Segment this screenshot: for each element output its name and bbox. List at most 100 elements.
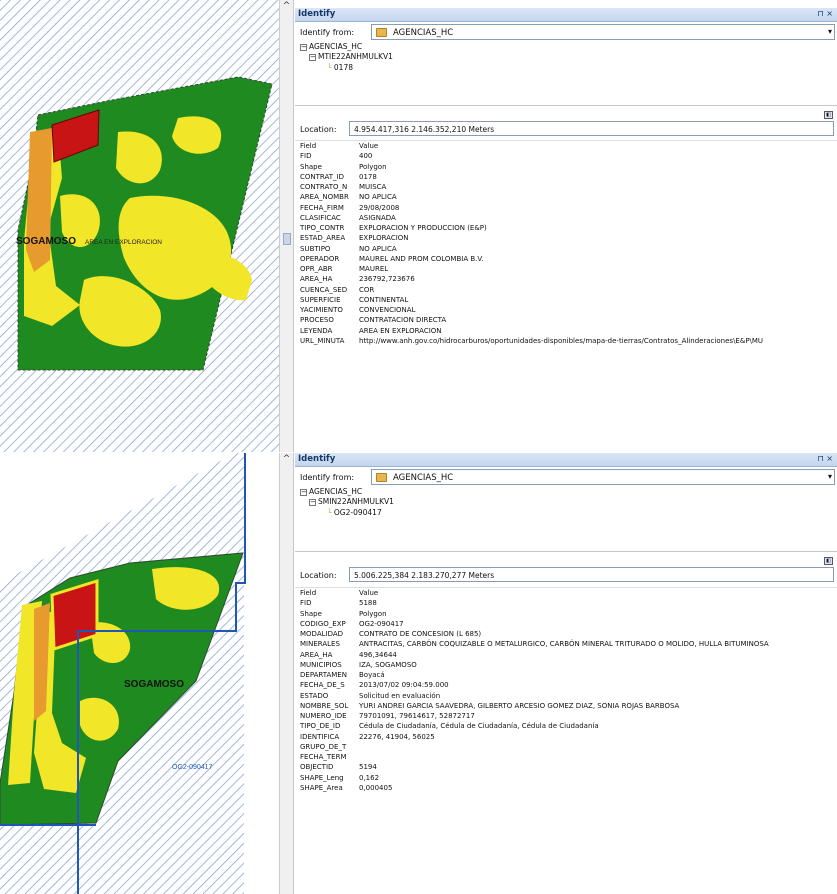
table-row[interactable]: NUMERO_IDE 79701091, 79614617, 52872717 bbox=[295, 711, 837, 721]
map-label-area: AREA EN EXPLORACION bbox=[85, 239, 162, 246]
table-row[interactable]: Shape Polygon bbox=[295, 609, 837, 619]
field-value: 0,000405 bbox=[359, 783, 393, 792]
table-row[interactable]: FID 400 bbox=[295, 151, 837, 161]
location-value[interactable]: 5.006.225,384 2.183.270,277 Meters bbox=[349, 567, 834, 582]
table-row[interactable]: FID 5188 bbox=[295, 598, 837, 608]
table-row[interactable]: DEPARTAMEN Boyacá bbox=[295, 670, 837, 680]
location-label: Location: bbox=[300, 125, 337, 134]
field-value: Cédula de Ciudadanía, Cédula de Ciudadan… bbox=[359, 722, 599, 731]
table-row[interactable]: TIPO_DE_ID Cédula de Ciudadanía, Cédula d… bbox=[295, 721, 837, 731]
field-name: SHAPE_Leng bbox=[300, 773, 344, 782]
field-name: GRUPO_DE_T bbox=[300, 742, 347, 751]
table-row[interactable]: SHAPE_Leng 0,162 bbox=[295, 773, 837, 783]
field-name: FID bbox=[300, 152, 312, 161]
field-name: YACIMIENTO bbox=[300, 306, 343, 314]
table-row[interactable]: Shape Polygon bbox=[295, 162, 837, 172]
table-row[interactable]: CUENCA_SED COR bbox=[295, 285, 837, 295]
identify-from-row: Identify from: AGENCIAS_HC ▾ bbox=[295, 22, 837, 42]
tree-node-root[interactable]: − AGENCIAS_HC bbox=[300, 487, 362, 496]
table-row[interactable]: CONTRAT_ID 0178 bbox=[295, 172, 837, 182]
field-value: CONTINENTAL bbox=[359, 295, 409, 304]
field-value: Boyacá bbox=[359, 671, 385, 679]
field-name: OPR_ABR bbox=[300, 265, 333, 273]
tree-node-leaf[interactable]: └ OG2-090417 bbox=[327, 508, 382, 517]
table-row[interactable]: MUNICIPIOS IZA, SOGAMOSO bbox=[295, 660, 837, 670]
field-value: Polygon bbox=[359, 609, 387, 618]
table-row[interactable]: PROCESO CONTRATACION DIRECTA bbox=[295, 315, 837, 325]
field-name: AREA_NOMBR bbox=[300, 193, 349, 202]
table-row[interactable]: URL_MINUTA http://www.anh.gov.co/hidrocar… bbox=[295, 336, 837, 346]
tree-node-root[interactable]: − AGENCIAS_HC bbox=[300, 42, 362, 51]
field-value: EXPLORACION bbox=[359, 234, 409, 243]
splitter-toggle-icon[interactable]: ◧ bbox=[824, 111, 833, 119]
identify-from-value: AGENCIAS_HC bbox=[393, 473, 454, 483]
chevron-down-icon[interactable]: ▾ bbox=[828, 472, 832, 481]
table-row[interactable]: CLASIFICAC ASIGNADA bbox=[295, 213, 837, 223]
map-view-top[interactable]: SOGAMOSO AREA EN EXPLORACION bbox=[0, 0, 280, 452]
panel-splitter[interactable] bbox=[295, 105, 837, 106]
table-row[interactable]: MINERALES ANTRACITAS, CARBÓN COQUIZABLE O… bbox=[295, 639, 837, 649]
field-name: FECHA_TERM bbox=[300, 753, 347, 761]
table-row[interactable]: ESTAD_AREA EXPLORACION bbox=[295, 233, 837, 243]
table-row[interactable]: FECHA_DE_S 2013/07/02 09:04:59.000 bbox=[295, 680, 837, 690]
pin-close-icon[interactable]: ⊓ × bbox=[818, 454, 834, 463]
table-row[interactable]: AREA_NOMBR NO APLICA bbox=[295, 192, 837, 202]
table-row[interactable]: SUPERFICIE CONTINENTAL bbox=[295, 295, 837, 305]
splitter-grip[interactable] bbox=[283, 233, 291, 245]
table-row[interactable]: ESTADO Solicitud en evaluación bbox=[295, 691, 837, 701]
field-value: CONTRATACION DIRECTA bbox=[359, 316, 447, 325]
field-name: Shape bbox=[300, 609, 322, 618]
table-row[interactable]: OPR_ABR MAUREL bbox=[295, 264, 837, 274]
table-row[interactable]: CONTRATO_N MUISCA bbox=[295, 182, 837, 192]
field-value: IZA, SOGAMOSO bbox=[359, 660, 417, 669]
table-row[interactable]: AREA_HA 496,34644 bbox=[295, 650, 837, 660]
split-bar-top[interactable]: ^ bbox=[280, 0, 294, 452]
tree-node-leaf[interactable]: └ 0178 bbox=[327, 63, 353, 72]
table-row[interactable]: LEYENDA AREA EN EXPLORACION bbox=[295, 326, 837, 336]
chevron-down-icon[interactable]: ▾ bbox=[828, 27, 832, 36]
table-row[interactable]: CODIGO_EXP OG2-090417 bbox=[295, 619, 837, 629]
field-name: PROCESO bbox=[300, 316, 334, 325]
table-row[interactable]: YACIMIENTO CONVENCIONAL bbox=[295, 305, 837, 315]
table-row[interactable]: FECHA_FIRM 29/08/2008 bbox=[295, 203, 837, 213]
table-row[interactable]: FECHA_TERM bbox=[295, 752, 837, 762]
tree-node-child[interactable]: − MTIE22ANHMULKV1 bbox=[309, 52, 393, 61]
table-row[interactable]: TIPO_CONTR EXPLORACION Y PRODUCCION (E&P) bbox=[295, 223, 837, 233]
table-row[interactable]: SHAPE_Area 0,000405 bbox=[295, 783, 837, 793]
table-row[interactable]: SUBTIPO NO APLICA bbox=[295, 244, 837, 254]
field-name: ESTAD_AREA bbox=[300, 234, 346, 243]
table-row[interactable]: NOMBRE_SOL YURI ANDREI GARCIA SAAVEDRA, G… bbox=[295, 701, 837, 711]
split-bar-bottom[interactable]: ^ bbox=[280, 453, 294, 894]
table-row[interactable]: OBJECTID 5194 bbox=[295, 762, 837, 772]
collapse-chevron-icon[interactable]: ^ bbox=[280, 1, 293, 11]
field-name: Shape bbox=[300, 162, 322, 171]
table-row[interactable]: AREA_HA 236792,723676 bbox=[295, 274, 837, 284]
identify-from-value: AGENCIAS_HC bbox=[393, 28, 454, 38]
grid-header: Field Value bbox=[295, 588, 837, 598]
field-value: ASIGNADA bbox=[359, 213, 396, 222]
tree-connector-icon: └ bbox=[327, 508, 332, 517]
splitter-toggle-icon[interactable]: ◧ bbox=[824, 557, 833, 565]
field-name: TIPO_DE_ID bbox=[300, 722, 341, 731]
table-row[interactable]: MODALIDAD CONTRATO DE CONCESION (L 685) bbox=[295, 629, 837, 639]
identify-from-select[interactable]: AGENCIAS_HC ▾ bbox=[371, 24, 835, 40]
collapse-box-icon[interactable]: − bbox=[300, 488, 307, 496]
table-row[interactable]: OPERADOR MAUREL AND PROM COLOMBIA B.V. bbox=[295, 254, 837, 264]
tree-node-child[interactable]: − SMIN22ANHMULKV1 bbox=[309, 497, 394, 506]
field-name: OPERADOR bbox=[300, 254, 340, 263]
field-name: CONTRAT_ID bbox=[300, 172, 344, 181]
grid-header-value: Value bbox=[359, 589, 379, 597]
panel-splitter[interactable] bbox=[295, 551, 837, 552]
collapse-chevron-icon[interactable]: ^ bbox=[280, 454, 293, 464]
field-value: NO APLICA bbox=[359, 193, 397, 202]
map-view-bottom[interactable]: SOGAMOSO OG2-090417 bbox=[0, 453, 280, 894]
collapse-box-icon[interactable]: − bbox=[309, 498, 316, 506]
table-row[interactable]: IDENTIFICA 22276, 41904, 56025 bbox=[295, 732, 837, 742]
field-value: MAUREL AND PROM COLOMBIA B.V. bbox=[359, 254, 484, 263]
collapse-box-icon[interactable]: − bbox=[309, 53, 316, 61]
identify-from-select[interactable]: AGENCIAS_HC ▾ bbox=[371, 469, 835, 485]
location-value[interactable]: 4.954.417,316 2.146.352,210 Meters bbox=[349, 121, 834, 136]
table-row[interactable]: GRUPO_DE_T bbox=[295, 742, 837, 752]
pin-close-icon[interactable]: ⊓ × bbox=[818, 9, 834, 18]
collapse-box-icon[interactable]: − bbox=[300, 43, 307, 51]
